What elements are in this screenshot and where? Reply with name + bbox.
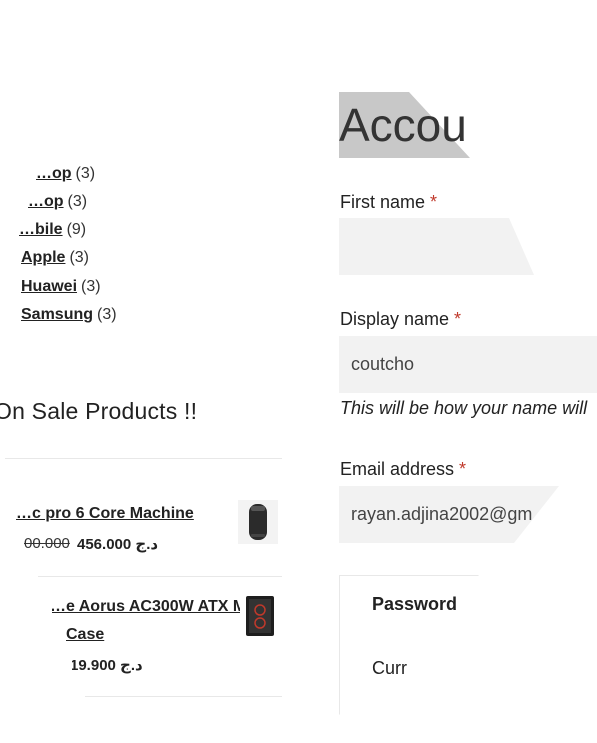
pc-case-icon <box>246 596 274 636</box>
crop-mask <box>0 500 16 526</box>
first-name-field[interactable] <box>339 218 534 275</box>
product-sale-price: د.ج 19.900 <box>70 657 143 674</box>
display-name-hint: This will be how your name will <box>340 398 588 418</box>
page-title: Accou <box>339 99 467 151</box>
divider <box>5 458 282 459</box>
category-count: (3) <box>97 306 117 323</box>
category-count: (3) <box>75 165 96 182</box>
widget-title-on-sale: On Sale Products !! <box>0 398 198 424</box>
product-title-link[interactable]: …e Aorus AC300W ATX Mid <box>50 598 260 616</box>
mac-pro-icon <box>249 504 267 540</box>
crop-mask <box>30 596 52 622</box>
category-item[interactable]: …op (3) <box>28 192 87 212</box>
display-name-label: Display name * <box>340 309 461 330</box>
product-title-link[interactable]: …c pro 6 Core Machine <box>16 505 194 523</box>
email-label: Email address * <box>340 459 466 480</box>
required-marker: * <box>454 309 462 329</box>
product-title-link-line2[interactable]: Case <box>66 626 104 644</box>
category-link[interactable]: Samsung <box>21 306 93 323</box>
divider <box>85 696 282 697</box>
category-item[interactable]: Apple (3) <box>21 248 89 268</box>
display-name-field[interactable] <box>339 336 597 393</box>
mac-pro-thumbnail[interactable] <box>238 500 278 544</box>
category-item[interactable]: …op (3) <box>36 164 95 184</box>
password-legend: Password <box>372 594 458 614</box>
required-marker: * <box>430 192 438 212</box>
required-marker: * <box>459 459 467 479</box>
category-item[interactable]: …bile (9) <box>19 220 86 240</box>
product-sale-price: د.ج 456.000 <box>77 536 159 553</box>
category-link[interactable]: …op <box>28 193 64 210</box>
category-link[interactable]: …bile <box>19 221 63 238</box>
category-count: (3) <box>81 278 101 295</box>
page: …op (3) …op (3) …bile (9) Apple (3) Huawei (3… <box>0 0 597 743</box>
category-item[interactable]: Huawei (3) <box>21 277 101 297</box>
email-label-text: Email address <box>340 459 455 479</box>
category-count: (3) <box>67 193 88 210</box>
first-name-label: First name * <box>340 192 437 213</box>
category-link[interactable]: Huawei <box>21 278 77 295</box>
pc-case-thumbnail[interactable] <box>240 593 280 637</box>
category-count: (3) <box>69 249 90 266</box>
crop-mask <box>0 160 36 188</box>
crop-mask <box>0 188 22 216</box>
category-count: (9) <box>66 221 87 238</box>
category-link[interactable]: …op <box>36 165 72 182</box>
crop-mask <box>40 652 72 676</box>
category-item[interactable]: Samsung (3) <box>21 305 117 325</box>
product-old-price: 00.000 <box>24 535 70 552</box>
display-name-label-text: Display name <box>340 309 450 329</box>
divider <box>38 576 282 577</box>
category-link[interactable]: Apple <box>21 249 65 266</box>
current-password-label: Curr <box>372 658 407 678</box>
first-name-label-text: First name <box>340 192 426 212</box>
email-field[interactable] <box>339 486 559 543</box>
